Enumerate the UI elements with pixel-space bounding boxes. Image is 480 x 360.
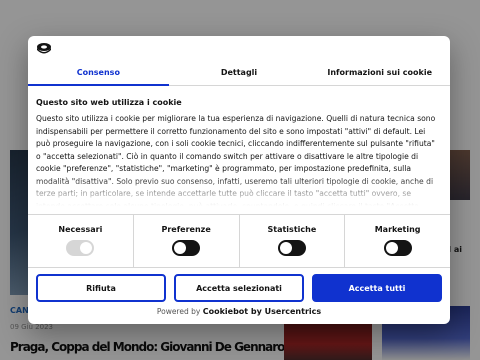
tab-consenso[interactable]: Consenso <box>28 62 169 86</box>
consent-toggles: Necessari Preferenze Statistiche Marketi… <box>28 214 450 268</box>
powered-by-prefix: Powered by <box>156 307 201 316</box>
statistiche-switch[interactable] <box>277 240 306 256</box>
accept-selected-button[interactable]: Accetta selezionati <box>174 274 304 302</box>
cookiebot-logo-icon <box>37 43 51 54</box>
necessari-switch <box>66 240 95 256</box>
marketing-switch[interactable] <box>383 240 412 256</box>
toggle-statistiche: Statistiche <box>240 215 346 267</box>
consent-title: Questo sito web utilizza i cookie <box>36 98 182 107</box>
toggle-label: Preferenze <box>161 225 211 234</box>
tab-informazioni-cookie[interactable]: Informazioni sui cookie <box>309 62 450 85</box>
switch-knob <box>80 242 93 254</box>
cookie-consent-dialog: Consenso Dettagli Informazioni sui cooki… <box>28 36 450 324</box>
powered-by-brand: Cookiebot by Usercentrics <box>202 307 322 316</box>
toggle-label: Marketing <box>374 225 421 234</box>
switch-knob <box>279 242 292 254</box>
text-fade <box>36 176 440 206</box>
powered-by[interactable]: Powered by Cookiebot by Usercentrics <box>28 307 450 316</box>
consent-tabs: Consenso Dettagli Informazioni sui cooki… <box>28 62 450 86</box>
consent-buttons: Rifiuta Accetta selezionati Accetta tutt… <box>36 274 442 302</box>
switch-knob <box>385 242 398 254</box>
toggle-necessari: Necessari <box>28 215 134 267</box>
toggle-preferenze: Preferenze <box>134 215 240 267</box>
switch-knob <box>174 242 187 254</box>
toggle-label: Statistiche <box>267 225 317 234</box>
preferenze-switch[interactable] <box>172 240 201 256</box>
toggle-marketing: Marketing <box>345 215 450 267</box>
consent-body[interactable]: Questo sito web utilizza i cookie Questo… <box>36 98 440 206</box>
reject-button[interactable]: Rifiuta <box>36 274 166 302</box>
tab-dettagli[interactable]: Dettagli <box>169 62 310 85</box>
accept-all-button[interactable]: Accetta tutti <box>312 274 442 302</box>
toggle-label: Necessari <box>58 225 103 234</box>
